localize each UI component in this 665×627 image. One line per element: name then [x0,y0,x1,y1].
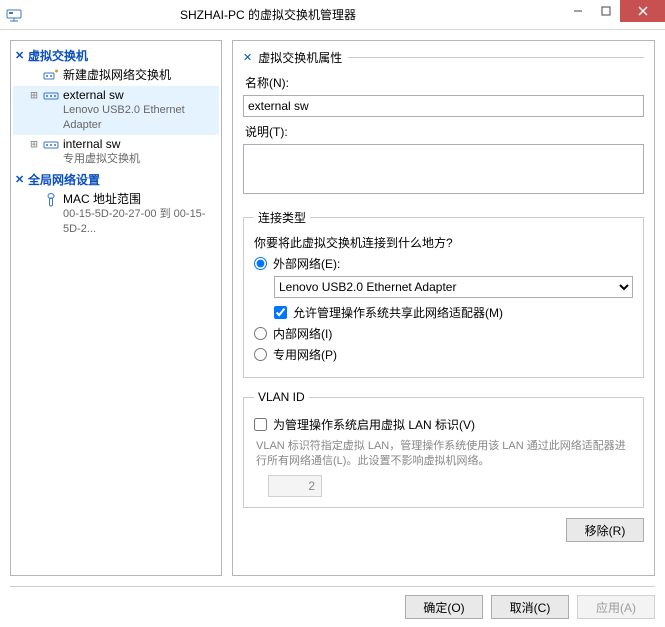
remove-row: 移除(R) [243,518,644,542]
allow-mgmt-label: 允许管理操作系统共享此网络适配器(M) [293,304,503,321]
tree-expander[interactable]: ⊞ [29,88,39,103]
ok-button[interactable]: 确定(O) [405,595,483,619]
vlan-hint: VLAN 标识符指定虚拟 LAN，管理操作系统使用该 LAN 通过此网络适配器进… [256,439,631,469]
form-section-title: 虚拟交换机属性 [258,49,342,66]
tree-item-label: external sw [63,88,217,103]
tree-item-sublabel: 专用虚拟交换机 [63,152,140,167]
allow-mgmt-row[interactable]: 允许管理操作系统共享此网络适配器(M) [274,304,633,321]
tree-item-internal-sw[interactable]: ⊞ internal sw 专用虚拟交换机 [13,135,219,169]
switch-icon [43,88,59,104]
vlan-legend: VLAN ID [254,390,309,404]
app-icon [6,7,22,23]
notes-input[interactable] [243,144,644,194]
tree-item-sublabel: Lenovo USB2.0 Ethernet Adapter [63,103,217,133]
radio-external-label: 外部网络(E): [273,255,340,272]
panes: ✕ 虚拟交换机 新建虚拟网络交换机 [10,40,655,576]
dialog-button-strip: 确定(O) 取消(C) 应用(A) [10,586,655,619]
tree-section-label: 全局网络设置 [28,171,100,188]
form-pane: ✕ 虚拟交换机属性 名称(N): 说明(T): 连接类型 你要将此虚拟交换机连接… [232,40,655,576]
window-title: SHZHAI-PC 的虚拟交换机管理器 [22,6,564,23]
tree-item-mac-range[interactable]: MAC 地址范围 00-15-5D-20-27-00 到 00-15-5D-2.… [13,190,219,239]
caret-collapse-icon: ✕ [243,51,252,64]
titlebar: SHZHAI-PC 的虚拟交换机管理器 [0,0,665,30]
vlan-enable-checkbox[interactable] [254,418,267,431]
remove-button[interactable]: 移除(R) [566,518,644,542]
tree-pane: ✕ 虚拟交换机 新建虚拟网络交换机 [10,40,222,576]
notes-label: 说明(T): [245,123,644,140]
tree-section-label: 虚拟交换机 [28,47,88,64]
radio-private[interactable] [254,348,267,361]
minimize-button[interactable] [564,0,592,22]
vlan-enable-row[interactable]: 为管理操作系统启用虚拟 LAN 标识(V) [254,416,633,433]
radio-private-row[interactable]: 专用网络(P) [254,346,633,363]
vlan-id-row [268,475,633,497]
radio-external-row[interactable]: 外部网络(E): [254,255,633,272]
tree-expander[interactable]: ⊞ [29,137,39,152]
tree-item-external-sw[interactable]: ⊞ external sw Lenovo USB2.0 Ethernet Ada… [13,86,219,135]
tree-section-virtual-switches[interactable]: ✕ 虚拟交换机 [13,45,219,66]
tree-item-label: 新建虚拟网络交换机 [63,68,171,83]
tree-item-new-switch[interactable]: 新建虚拟网络交换机 [13,66,219,86]
cancel-button[interactable]: 取消(C) [491,595,569,619]
switch-icon [43,137,59,153]
name-label: 名称(N): [245,74,644,91]
adapter-select[interactable]: Lenovo USB2.0 Ethernet Adapter [274,276,633,298]
close-button[interactable] [620,0,665,22]
tree-section-global-network[interactable]: ✕ 全局网络设置 [13,169,219,190]
window-system-buttons [564,0,665,29]
client-area: ✕ 虚拟交换机 新建虚拟网络交换机 [0,30,665,627]
mac-range-icon [43,192,59,208]
vlan-id-input [268,475,322,497]
tree-item-label: internal sw [63,137,140,152]
radio-private-label: 专用网络(P) [273,346,337,363]
connection-type-legend: 连接类型 [254,209,310,226]
caret-collapse-icon: ✕ [15,173,25,186]
divider [348,57,644,58]
new-switch-icon [43,68,59,84]
allow-mgmt-checkbox[interactable] [274,306,287,319]
maximize-button[interactable] [592,0,620,22]
vlan-enable-label: 为管理操作系统启用虚拟 LAN 标识(V) [273,416,475,433]
caret-collapse-icon: ✕ [15,49,25,62]
apply-button[interactable]: 应用(A) [577,595,655,619]
tree-item-sublabel: 00-15-5D-20-27-00 到 00-15-5D-2... [63,207,217,237]
radio-internal-label: 内部网络(I) [273,325,332,342]
vlan-group: VLAN ID 为管理操作系统启用虚拟 LAN 标识(V) VLAN 标识符指定… [243,390,644,508]
connection-type-group: 连接类型 你要将此虚拟交换机连接到什么地方? 外部网络(E): Lenovo U… [243,209,644,378]
tree-item-label: MAC 地址范围 [63,192,217,207]
radio-internal[interactable] [254,327,267,340]
radio-external[interactable] [254,257,267,270]
name-input[interactable] [243,95,644,117]
external-options: Lenovo USB2.0 Ethernet Adapter 允许管理操作系统共… [274,276,633,321]
connection-type-question: 你要将此虚拟交换机连接到什么地方? [254,234,633,251]
radio-internal-row[interactable]: 内部网络(I) [254,325,633,342]
form-section-header: ✕ 虚拟交换机属性 [243,49,644,66]
